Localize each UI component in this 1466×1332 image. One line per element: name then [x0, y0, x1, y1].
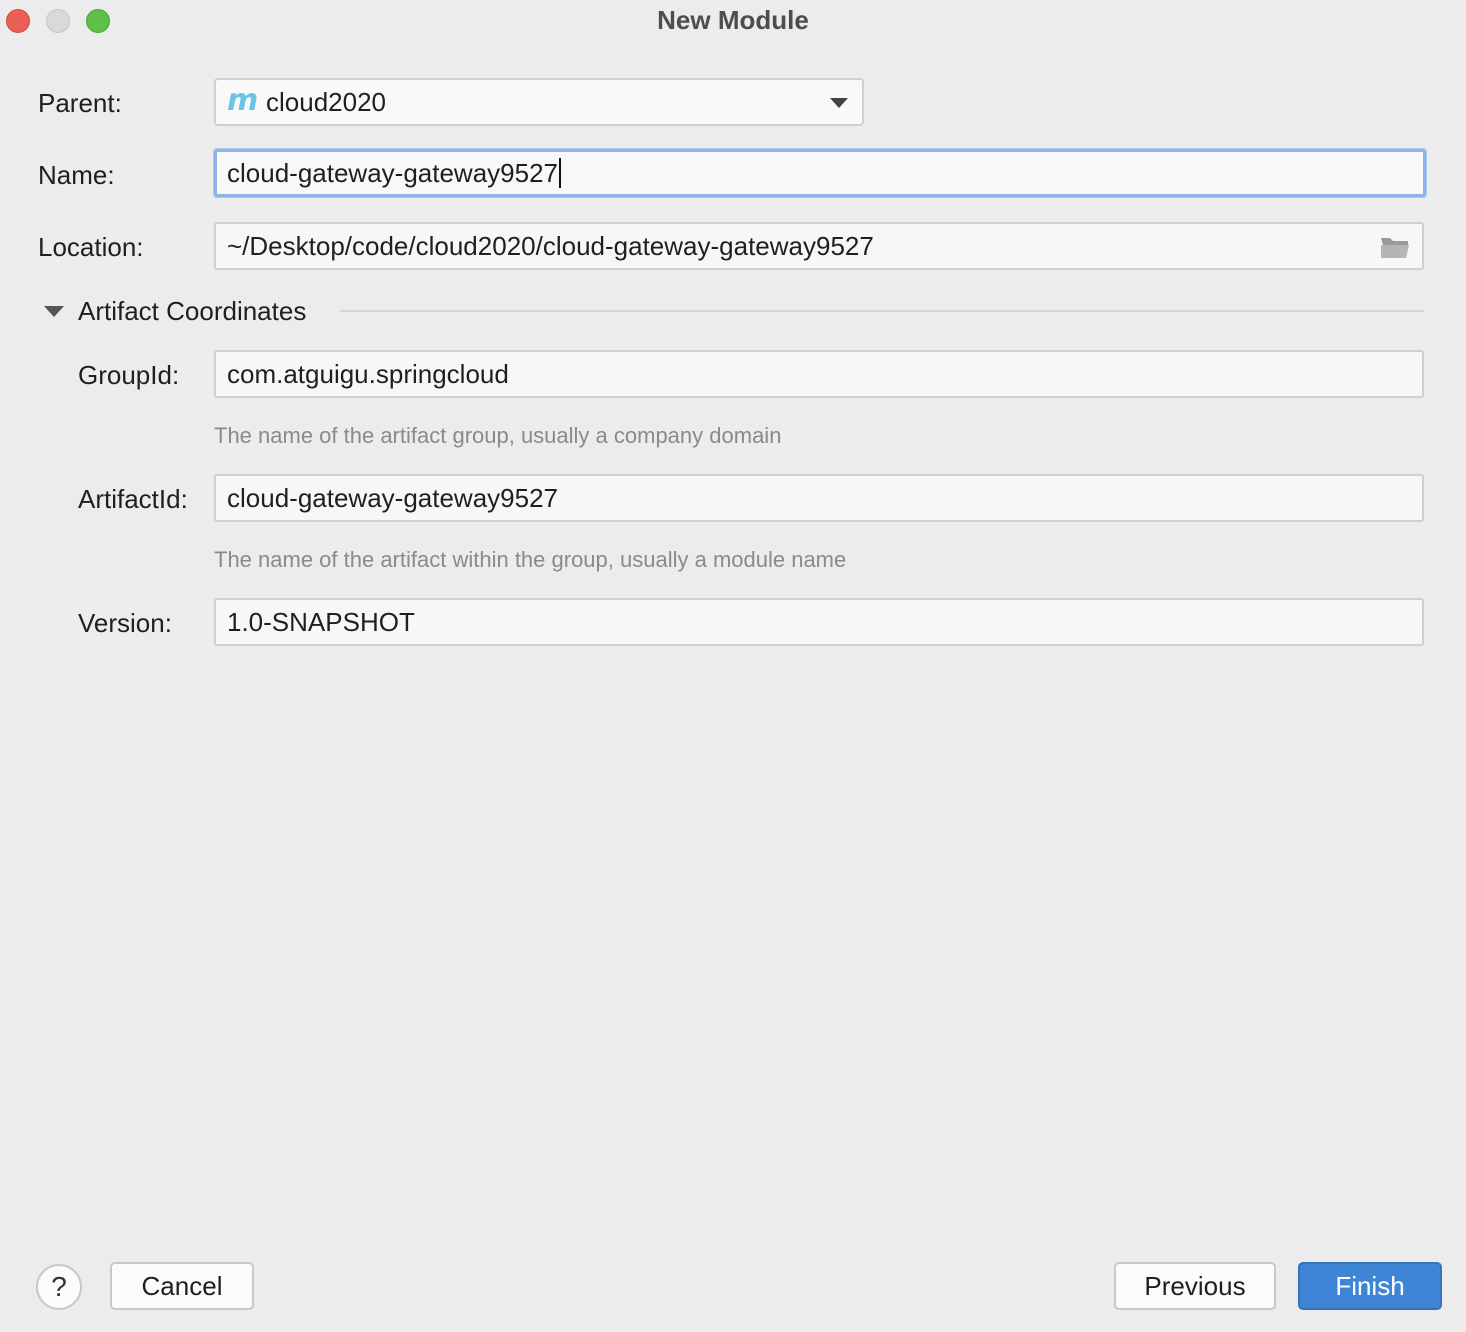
name-label: Name:: [38, 160, 115, 190]
parent-value: cloud2020: [266, 87, 386, 117]
location-input-value: ~/Desktop/code/cloud2020/cloud-gateway-g…: [227, 231, 874, 261]
new-module-dialog: New Module Parent: m cloud2020 Name: clo…: [0, 0, 1466, 1332]
text-caret: [559, 158, 561, 188]
maven-m-icon: m: [227, 83, 259, 118]
groupid-hint: The name of the artifact group, usually …: [214, 423, 782, 448]
window-title: New Module: [657, 5, 809, 35]
version-input-value: 1.0-SNAPSHOT: [227, 607, 415, 637]
version-label: Version:: [78, 608, 172, 638]
section-divider: [340, 310, 1424, 312]
folder-icon[interactable]: [1380, 235, 1410, 259]
parent-dropdown[interactable]: m cloud2020: [214, 78, 864, 126]
help-button[interactable]: ?: [36, 1264, 82, 1310]
chevron-down-icon: [830, 98, 848, 108]
previous-button[interactable]: Previous: [1114, 1262, 1276, 1310]
name-input[interactable]: cloud-gateway-gateway9527: [214, 149, 1426, 197]
location-label: Location:: [38, 232, 144, 262]
groupid-input-value: com.atguigu.springcloud: [227, 359, 509, 389]
groupid-label: GroupId:: [78, 360, 180, 390]
name-input-value: cloud-gateway-gateway9527: [227, 158, 558, 188]
parent-label: Parent:: [38, 88, 122, 118]
artifactid-label: ArtifactId:: [78, 484, 188, 514]
artifactid-hint: The name of the artifact within the grou…: [214, 547, 847, 572]
artifactid-input[interactable]: cloud-gateway-gateway9527: [214, 474, 1424, 522]
collapse-triangle-icon[interactable]: [44, 306, 64, 317]
location-input[interactable]: ~/Desktop/code/cloud2020/cloud-gateway-g…: [214, 222, 1424, 270]
finish-button[interactable]: Finish: [1298, 1262, 1442, 1310]
version-input[interactable]: 1.0-SNAPSHOT: [214, 598, 1424, 646]
artifactid-input-value: cloud-gateway-gateway9527: [227, 483, 558, 513]
cancel-button[interactable]: Cancel: [110, 1262, 254, 1310]
artifact-coordinates-title[interactable]: Artifact Coordinates: [78, 294, 306, 328]
groupid-input[interactable]: com.atguigu.springcloud: [214, 350, 1424, 398]
